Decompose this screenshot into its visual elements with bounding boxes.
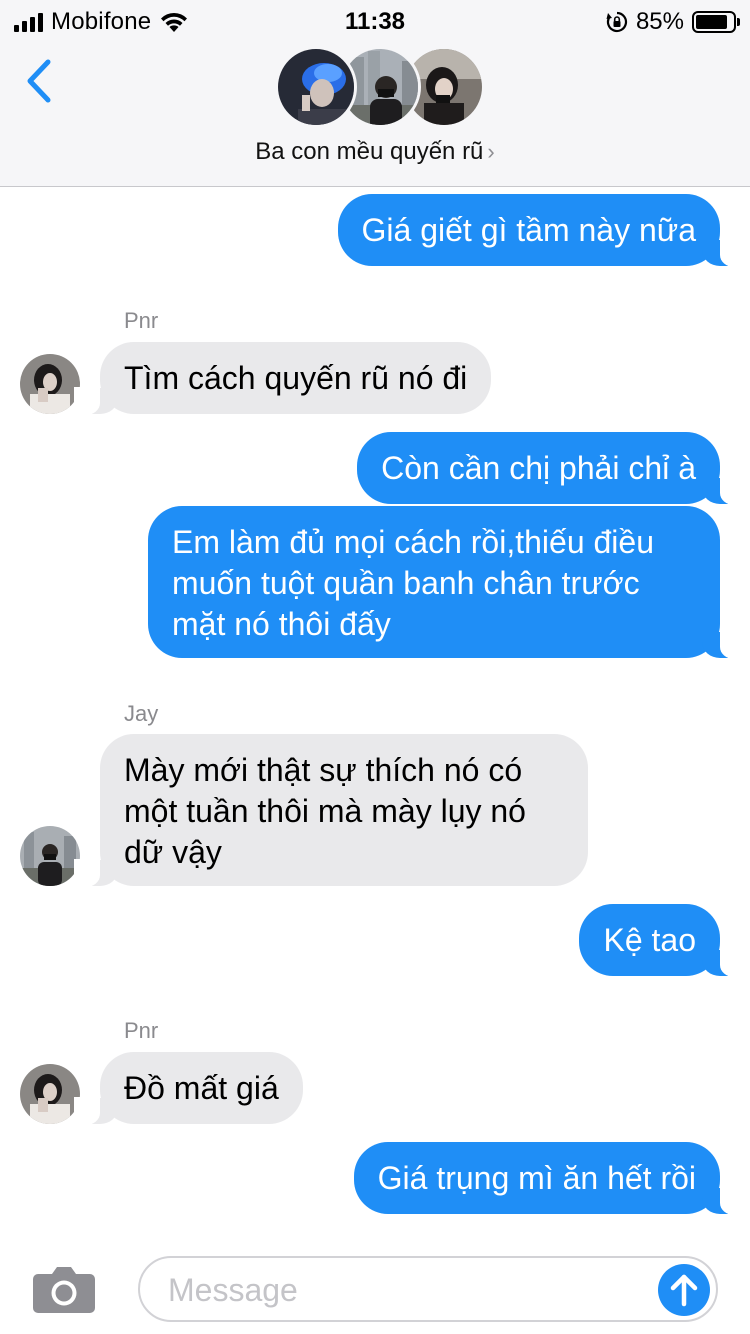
send-button[interactable]: [658, 1264, 710, 1316]
message-outgoing[interactable]: Giá trụng mì ăn hết rồi: [353, 1142, 747, 1215]
message-text: Giá trụng mì ăn hết rồi: [377, 1159, 696, 1196]
message-text: Tìm cách quyến rũ nó đi: [124, 359, 468, 396]
message-text: Em làm đủ mọi cách rồi,thiếu điều muốn t…: [172, 524, 654, 642]
message-outgoing[interactable]: Em làm đủ mọi cách rồi,thiếu điều muốn t…: [148, 506, 746, 659]
avatar[interactable]: [20, 1064, 80, 1124]
message-outgoing[interactable]: Còn cần chị phải chỉ à: [357, 432, 746, 505]
send-arrow-icon: [670, 1274, 698, 1307]
avatar[interactable]: [20, 826, 80, 886]
battery-icon: [692, 11, 740, 33]
message-text: Mày mới thật sự thích nó có một tuần thô…: [124, 752, 526, 870]
message-input[interactable]: Message: [138, 1256, 718, 1322]
camera-icon[interactable]: [32, 1264, 96, 1314]
message-text: Còn cần chị phải chỉ à: [381, 449, 696, 486]
member-avatar-1: [275, 46, 357, 128]
back-chevron-icon[interactable]: [20, 56, 60, 106]
conversation-header: Mobifone 11:38 85% Ba con mều quyến rũ ›: [0, 0, 750, 187]
sender-name: Pnr: [124, 308, 159, 333]
message-text: Giá giết gì tầm này nữa: [361, 211, 696, 248]
message-text: Kệ tao: [603, 921, 696, 958]
message-text: Đồ mất giá: [124, 1069, 279, 1106]
message-incoming[interactable]: Tìm cách quyến rũ nó đi: [73, 342, 492, 415]
message-incoming[interactable]: Mày mới thật sự thích nó có một tuần thô…: [74, 734, 588, 887]
chevron-right-icon: ›: [487, 139, 495, 164]
rotation-lock-icon: [606, 11, 628, 33]
group-name-button[interactable]: Ba con mều quyến rũ ›: [0, 138, 750, 166]
sender-name: Pnr: [124, 1018, 159, 1043]
group-avatars[interactable]: [275, 46, 485, 130]
group-name: Ba con mều quyến rũ: [255, 138, 484, 165]
battery-percent: 85%: [635, 8, 684, 35]
message-outgoing[interactable]: Kệ tao: [579, 904, 746, 977]
message-placeholder: Message: [168, 1272, 298, 1308]
avatar[interactable]: [20, 354, 80, 414]
message-incoming[interactable]: Đồ mất giá: [74, 1052, 303, 1125]
status-bar: Mobifone 11:38 85%: [0, 0, 750, 40]
sender-name: Jay: [124, 701, 159, 726]
message-outgoing[interactable]: Giá giết gì tầm này nữa: [337, 194, 747, 267]
